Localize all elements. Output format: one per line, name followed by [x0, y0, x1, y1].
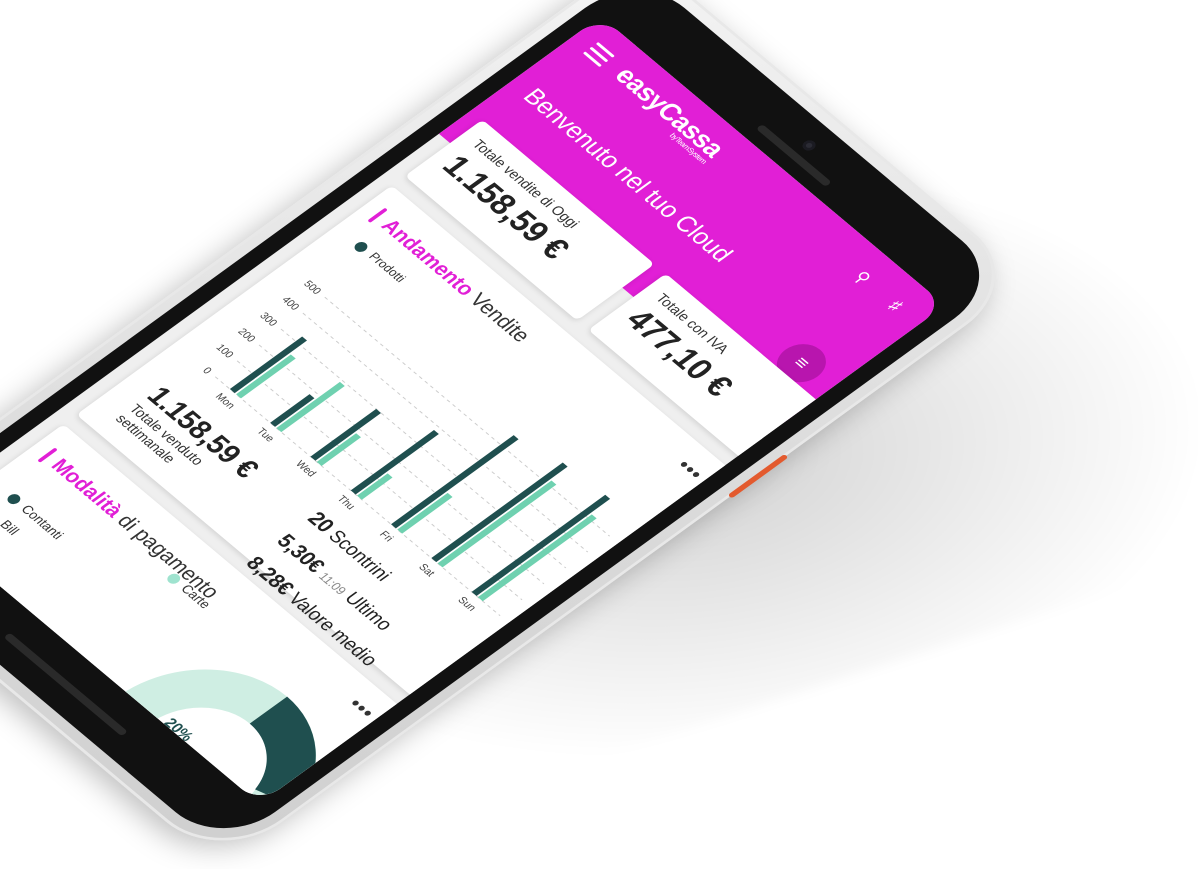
- sales-title-rest: Vendite: [460, 285, 536, 347]
- legend-dot-carte: [164, 571, 183, 586]
- sales-more-menu-icon[interactable]: •••: [671, 455, 709, 486]
- bar-fri-series-2: [397, 492, 453, 534]
- bar-wed-series-1: [310, 408, 382, 461]
- front-camera-icon: [800, 138, 819, 153]
- last-sale-time: 11:09: [315, 569, 350, 598]
- hamburger-menu-icon[interactable]: [582, 41, 615, 68]
- x-tick-label: Sat: [416, 562, 438, 579]
- bar-mon-series-2: [236, 354, 296, 399]
- payments-more-menu-icon[interactable]: •••: [342, 693, 381, 724]
- y-tick-label: 0: [200, 365, 215, 376]
- y-tick-label: 300: [257, 310, 280, 328]
- payments-section-bar: [37, 447, 58, 463]
- legend-dot-contanti: [4, 492, 23, 507]
- sales-title-accent: Andamento: [376, 214, 481, 300]
- x-tick-label: Wed: [293, 459, 319, 480]
- y-tick-label: 500: [301, 279, 324, 297]
- donut-segment-contanti: [249, 696, 316, 804]
- x-tick-label: Fri: [377, 529, 396, 544]
- payments-legend: Contanti Bill: [0, 487, 71, 560]
- y-tick-label: 200: [235, 326, 258, 344]
- x-tick-label: Thu: [334, 493, 357, 512]
- payments-title-accent: Modalità: [46, 454, 129, 522]
- y-tick-label: 100: [213, 342, 236, 360]
- y-tick-label: 400: [279, 295, 302, 313]
- x-tick-label: Sun: [455, 595, 479, 614]
- legend-dot-prodotti: [352, 239, 371, 254]
- x-tick-label: Tue: [254, 426, 277, 444]
- app-logo: easyCassa byTeamSystem: [604, 61, 732, 166]
- x-tick-label: Mon: [212, 391, 237, 411]
- donut-percent-label: 20%: [160, 715, 197, 744]
- search-icon[interactable]: ⚲: [846, 265, 879, 291]
- bar-thu-series-1: [350, 429, 439, 495]
- payments-donut-chart: 20%: [75, 669, 317, 804]
- bar-tue-series-2: [276, 381, 345, 433]
- legend-dot-bill: [0, 507, 2, 522]
- bar-sun-series-1: [471, 494, 611, 596]
- bar-mon-series-1: [229, 336, 308, 394]
- bell-icon[interactable]: ♯: [879, 293, 912, 319]
- logo-text: easyCassa: [608, 61, 732, 162]
- sales-section-bar: [367, 207, 388, 223]
- legend-label-bill: Bill: [0, 517, 23, 538]
